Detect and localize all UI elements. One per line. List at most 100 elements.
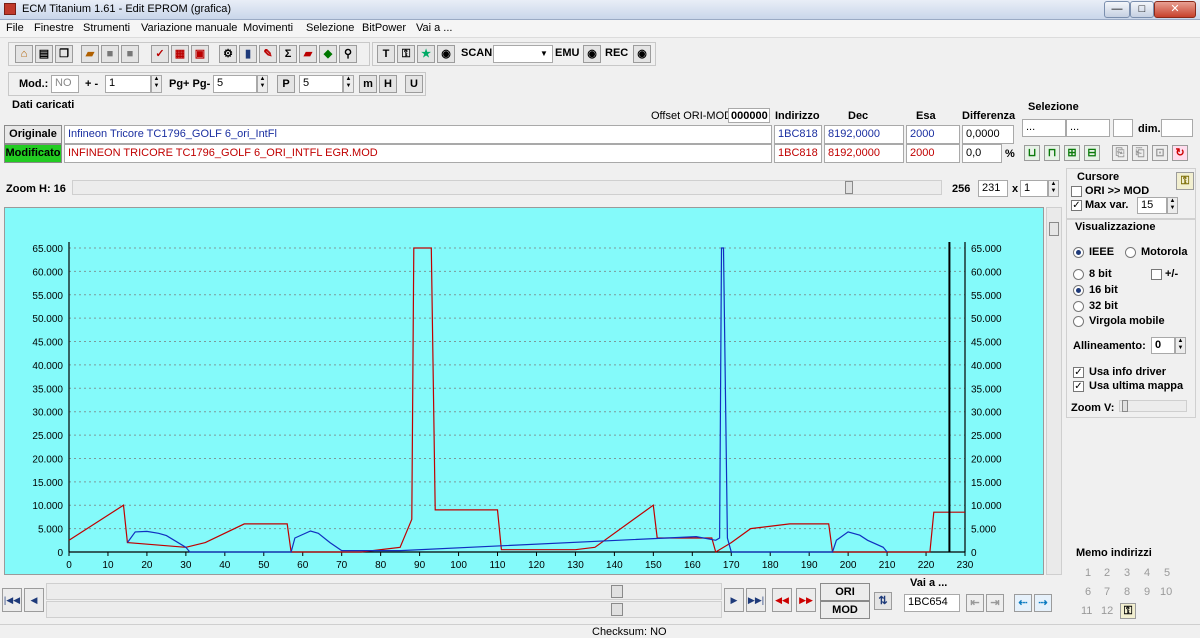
zoom-factor-input[interactable]: 1 [1020,180,1048,197]
zoom-h-slider[interactable] [72,180,942,195]
memo-2[interactable]: 2 [1104,567,1110,579]
paste-selection-icon[interactable]: ⎗ [1132,145,1148,161]
memo-3[interactable]: 3 [1124,567,1130,579]
max-var-checkbox[interactable]: ✓ [1071,200,1082,211]
bottom-thumb-2[interactable] [611,603,623,616]
first-page-icon[interactable]: |◀◀ [2,588,22,612]
tools-icon[interactable]: ⚙ [219,45,237,63]
signed-checkbox[interactable] [1151,269,1162,280]
menu-strumenti[interactable]: Strumenti [83,22,130,34]
memo-6[interactable]: 6 [1085,586,1091,598]
scan-select[interactable]: ▼ [493,45,553,63]
selection-start-input[interactable]: ... [1022,119,1066,137]
modificato-button[interactable]: Modificato [4,144,62,163]
next-diff-icon[interactable]: ▶▶ [796,588,816,612]
chip-icon[interactable]: ▮ [239,45,257,63]
select-start-icon[interactable]: ⊔ [1024,145,1040,161]
lock-cursor-icon[interactable]: ⚿ [1176,172,1194,190]
chart-area[interactable]: 0 0 5.000 5.000 10.000 10.000 15.000 15.000 20.0… [4,207,1044,575]
zoom-h-thumb[interactable] [845,181,853,194]
selection-extra-input[interactable] [1113,119,1133,137]
menu-selezione[interactable]: Selezione [306,22,354,34]
rec-button[interactable]: ◉ [633,45,651,63]
32bit-radio[interactable] [1073,301,1084,312]
m-button[interactable]: m [359,75,377,93]
ori-mod-checkbox[interactable] [1071,186,1082,197]
save-icon[interactable]: ▤ [35,45,53,63]
grid-red-icon[interactable]: ▦ [171,45,189,63]
close-button[interactable]: ✕ [1154,1,1196,18]
mod-button[interactable]: MOD [820,601,870,619]
goto-icon-1[interactable]: ⇤ [966,594,984,612]
select-all-icon[interactable]: ⊟ [1084,145,1100,161]
h-button[interactable]: H [379,75,397,93]
step-input[interactable]: 1 [105,75,151,93]
zoom-value-input[interactable]: 231 [978,180,1008,197]
open-icon[interactable]: ⌂ [15,45,33,63]
select-range-icon[interactable]: ⊞ [1064,145,1080,161]
chart-scroll-thumb[interactable] [1049,222,1059,236]
zoom-factor-spinner[interactable]: ▲ ▼ [1048,180,1059,197]
pg-spinner[interactable]: ▲ ▼ [257,75,268,93]
menu-variazione-manuale[interactable]: Variazione manuale [141,22,237,34]
motorola-radio[interactable] [1125,247,1136,258]
vai-a-input[interactable]: 1BC654 [904,594,960,612]
memo-1[interactable]: 1 [1085,567,1091,579]
bottom-scrollbar-1[interactable] [46,583,722,600]
chart-icon[interactable]: ▰ [299,45,317,63]
compare-icon[interactable]: ⇅ [874,592,892,610]
ieee-radio[interactable] [1073,247,1084,258]
edit-icon[interactable]: ▣ [191,45,209,63]
binoculars-icon[interactable]: ⚲ [339,45,357,63]
8bit-radio[interactable] [1073,269,1084,280]
disabled-icon-2[interactable]: ■ [121,45,139,63]
16bit-radio[interactable] [1073,285,1084,296]
selection-end-input[interactable]: ... [1066,119,1110,137]
memo-lock-icon[interactable]: ⚿ [1120,603,1136,619]
copy-selection-icon[interactable]: ⎘ [1112,145,1128,161]
ori-button[interactable]: ORI [820,583,870,601]
select-end-icon[interactable]: ⊓ [1044,145,1060,161]
bottom-scrollbar-2[interactable] [46,601,722,618]
memo-10[interactable]: 10 [1160,586,1172,598]
memo-7[interactable]: 7 [1104,586,1110,598]
allineamento-spinner[interactable]: ▲ ▼ [1175,337,1186,354]
menu-movimenti[interactable]: Movimenti [243,22,293,34]
memo-5[interactable]: 5 [1164,567,1170,579]
p-button[interactable]: P [277,75,295,93]
goto-icon-2[interactable]: ⇥ [986,594,1004,612]
usa-ultima-mappa-checkbox[interactable]: ✓ [1073,381,1084,392]
runner-icon[interactable]: ★ [417,45,435,63]
prev-diff-icon[interactable]: ◀◀ [772,588,792,612]
memo-8[interactable]: 8 [1124,586,1130,598]
mod-field[interactable]: NO [51,75,79,93]
step-spinner[interactable]: ▲ ▼ [151,75,162,93]
sigma-icon[interactable]: Σ [279,45,297,63]
originale-button[interactable]: Originale [4,125,62,144]
memo-12[interactable]: 12 [1101,605,1113,617]
menu-bitpower[interactable]: BitPower [362,22,406,34]
emu-button[interactable]: ◉ [583,45,601,63]
disabled-icon-1[interactable]: ■ [101,45,119,63]
goto-mod-prev-icon[interactable]: ⇠ [1014,594,1032,612]
check-icon[interactable]: ✓ [151,45,169,63]
max-var-spinner[interactable]: ▲ ▼ [1167,197,1178,214]
stack-icon[interactable]: ◆ [319,45,337,63]
p-spinner[interactable]: ▲ ▼ [343,75,354,93]
memo-11[interactable]: 11 [1081,605,1092,617]
u-button[interactable]: U [405,75,423,93]
folder-icon[interactable]: ▰ [81,45,99,63]
pg-input[interactable]: 5 [213,75,257,93]
menu-file[interactable]: File [6,22,24,34]
max-var-input[interactable]: 15 [1137,197,1167,214]
record-dot-icon[interactable]: ◉ [437,45,455,63]
text-icon[interactable]: T [377,45,395,63]
p-input[interactable]: 5 [299,75,343,93]
menu-vai-a[interactable]: Vai a ... [416,22,452,34]
goto-mod-next-icon[interactable]: ⇢ [1034,594,1052,612]
last-page-icon[interactable]: ▶▶| [746,588,766,612]
prev-icon[interactable]: ◀ [24,588,44,612]
next-icon[interactable]: ▶ [724,588,744,612]
pencil-icon[interactable]: ✎ [259,45,277,63]
bottom-thumb-1[interactable] [611,585,623,598]
